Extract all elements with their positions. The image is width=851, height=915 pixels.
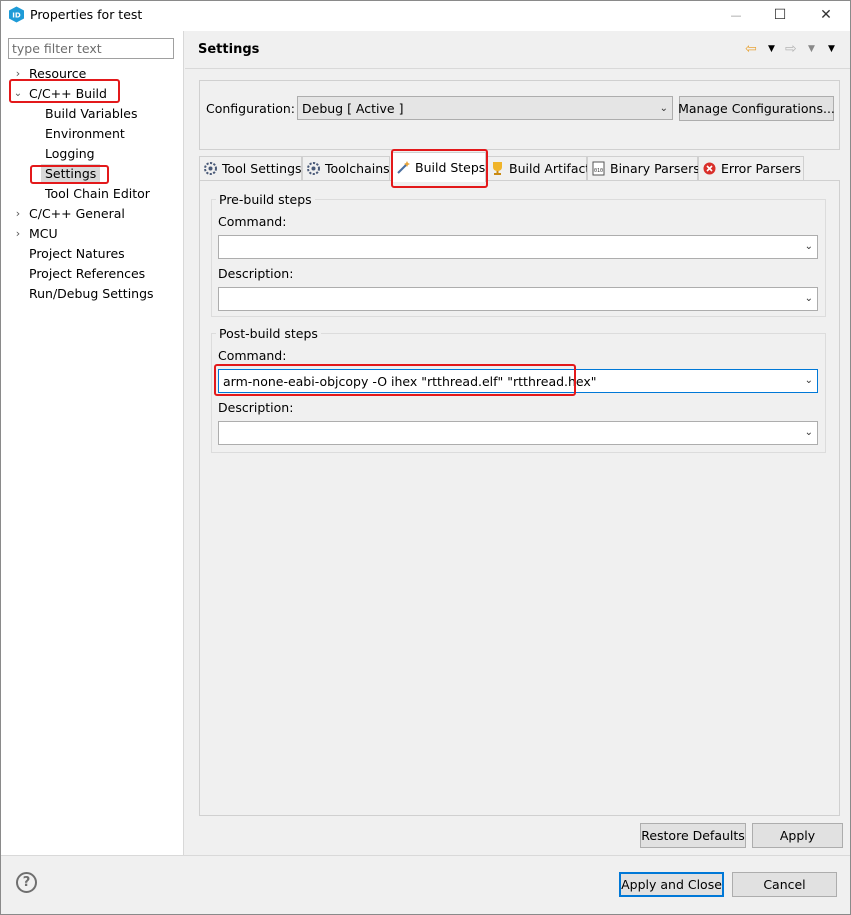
error-icon bbox=[702, 161, 717, 176]
tab-label: Build Artifact bbox=[509, 161, 591, 176]
chevron-down-icon[interactable]: ⌄ bbox=[805, 427, 813, 438]
wand-icon bbox=[396, 160, 411, 175]
trophy-icon bbox=[490, 161, 505, 176]
post-build-command-field[interactable]: arm-none-eabi-objcopy -O ihex "rtthread.… bbox=[218, 369, 818, 393]
tree-item-settings[interactable]: Settings bbox=[41, 164, 101, 184]
close-icon: ✕ bbox=[820, 7, 832, 23]
forward-menu-chevron-icon[interactable]: ▼ bbox=[808, 40, 815, 58]
app-icon: ID bbox=[8, 6, 25, 23]
tab-label: Error Parsers bbox=[721, 161, 802, 176]
configuration-value: Debug [ Active ] bbox=[302, 100, 404, 116]
post-build-title: Post-build steps bbox=[216, 326, 321, 341]
tab-toolchains[interactable]: Toolchains bbox=[302, 156, 390, 180]
tree-item-environment[interactable]: Environment bbox=[45, 124, 125, 144]
tab-error-parsers[interactable]: Error Parsers bbox=[698, 156, 804, 180]
tree-item-build-variables[interactable]: Build Variables bbox=[45, 104, 137, 124]
gear-icon bbox=[306, 161, 321, 176]
tab-label: Toolchains bbox=[325, 161, 390, 176]
apply-and-close-button[interactable]: Apply and Close bbox=[619, 872, 724, 897]
svg-text:010: 010 bbox=[594, 168, 603, 174]
close-button[interactable]: ✕ bbox=[803, 0, 849, 30]
tab-binary-parsers[interactable]: 010 Binary Parsers bbox=[587, 156, 700, 180]
forward-arrow-icon[interactable]: ⇨ bbox=[785, 40, 797, 58]
pre-build-description-field[interactable]: ⌄ bbox=[218, 287, 818, 311]
restore-defaults-button[interactable]: Restore Defaults bbox=[640, 823, 746, 848]
chevron-down-icon: ⌄ bbox=[659, 102, 668, 114]
apply-button[interactable]: Apply bbox=[752, 823, 843, 848]
minimize-button[interactable]: — bbox=[713, 0, 759, 30]
maximize-button[interactable]: ☐ bbox=[757, 0, 803, 30]
field-value: arm-none-eabi-objcopy -O ihex "rtthread.… bbox=[223, 373, 597, 389]
tree-item-label: C/C++ Build bbox=[29, 86, 107, 101]
chevron-down-icon[interactable]: ⌄ bbox=[805, 241, 813, 252]
pre-build-command-field[interactable]: ⌄ bbox=[218, 235, 818, 259]
chevron-down-icon[interactable]: ⌄ bbox=[12, 84, 24, 104]
filter-input[interactable] bbox=[8, 38, 174, 59]
back-menu-chevron-icon[interactable]: ▼ bbox=[768, 40, 775, 58]
svg-text:ID: ID bbox=[12, 12, 21, 20]
minimize-icon: — bbox=[730, 8, 742, 22]
tree-item-project-references[interactable]: Project References bbox=[29, 264, 145, 284]
tab-label: Build Steps bbox=[415, 160, 486, 175]
tree-item-label: Resource bbox=[29, 66, 87, 81]
tab-build-artifact[interactable]: Build Artifact bbox=[486, 156, 591, 180]
tree-item-label: MCU bbox=[29, 226, 58, 241]
pre-build-command-label: Command: bbox=[218, 214, 287, 229]
maximize-icon: ☐ bbox=[773, 7, 787, 23]
tab-label: Binary Parsers bbox=[610, 161, 700, 176]
cancel-button[interactable]: Cancel bbox=[732, 872, 837, 897]
configuration-label: Configuration: bbox=[206, 101, 295, 116]
pre-build-description-label: Description: bbox=[218, 266, 294, 281]
post-build-description-field[interactable]: ⌄ bbox=[218, 421, 818, 445]
chevron-down-icon[interactable]: ⌄ bbox=[805, 375, 813, 386]
manage-configurations-button[interactable]: Manage Configurations... bbox=[678, 96, 835, 121]
tab-build-steps[interactable]: Build Steps bbox=[392, 152, 486, 182]
tree-item-tool-chain-editor[interactable]: Tool Chain Editor bbox=[45, 184, 150, 204]
tree-item-label: C/C++ General bbox=[29, 206, 125, 221]
binary-file-icon: 010 bbox=[591, 161, 606, 176]
window-title: Properties for test bbox=[30, 7, 143, 22]
back-arrow-icon[interactable]: ⇦ bbox=[745, 40, 757, 58]
page-title: Settings bbox=[198, 42, 260, 57]
pre-build-title: Pre-build steps bbox=[216, 192, 315, 207]
view-menu-icon[interactable]: ▼ bbox=[828, 40, 835, 58]
tree-item-run-debug-settings[interactable]: Run/Debug Settings bbox=[29, 284, 154, 304]
chevron-right-icon[interactable]: › bbox=[12, 204, 24, 224]
gear-icon bbox=[203, 161, 218, 176]
tree-item-project-natures[interactable]: Project Natures bbox=[29, 244, 125, 264]
help-icon[interactable]: ? bbox=[16, 872, 37, 893]
tab-label: Tool Settings bbox=[222, 161, 302, 176]
chevron-right-icon[interactable]: › bbox=[12, 224, 24, 244]
tab-tool-settings[interactable]: Tool Settings bbox=[199, 156, 302, 180]
chevron-down-icon[interactable]: ⌄ bbox=[805, 293, 813, 304]
configuration-select[interactable]: Debug [ Active ] ⌄ bbox=[297, 96, 673, 120]
post-build-description-label: Description: bbox=[218, 400, 294, 415]
tree-item-logging[interactable]: Logging bbox=[45, 144, 95, 164]
post-build-command-label: Command: bbox=[218, 348, 287, 363]
chevron-right-icon[interactable]: › bbox=[12, 64, 24, 84]
